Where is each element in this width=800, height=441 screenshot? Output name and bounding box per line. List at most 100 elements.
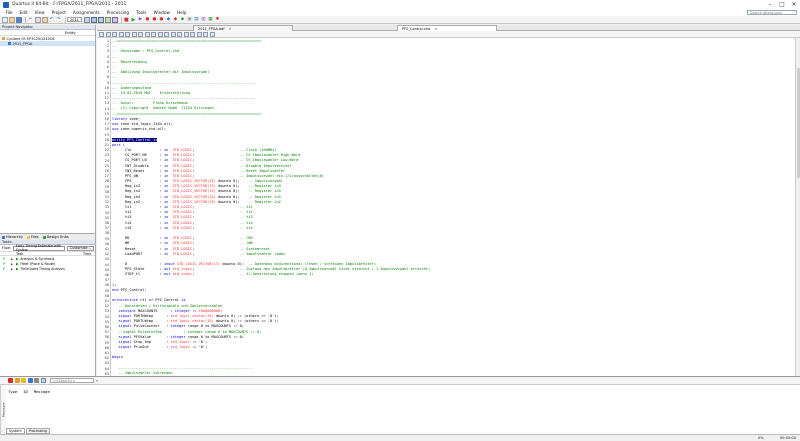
tab-files[interactable]: Files xyxy=(25,235,41,239)
customize-button[interactable]: Customize... xyxy=(66,245,94,251)
code-token: signal xyxy=(112,339,132,344)
outdent-icon[interactable] xyxy=(125,31,130,37)
code-token: PFS_Control xyxy=(153,298,182,303)
indent-icon[interactable] xyxy=(118,31,124,37)
next-bookmark-icon[interactable] xyxy=(151,31,156,37)
cut-icon[interactable]: ✂ xyxy=(28,17,34,23)
close-tab-icon[interactable]: ✕ xyxy=(229,27,232,31)
print-icon[interactable] xyxy=(99,31,104,37)
project-settings-icon[interactable] xyxy=(83,16,90,23)
save-icon[interactable] xyxy=(16,16,22,23)
chip-icon[interactable]: ▣ xyxy=(186,17,192,23)
menu-window[interactable]: Window xyxy=(150,10,174,15)
chip-planner-icon[interactable] xyxy=(90,16,97,23)
block-comment-icon[interactable] xyxy=(170,31,176,37)
menu-processing[interactable]: Processing xyxy=(103,10,132,15)
close-button[interactable]: ✕ xyxy=(788,1,800,9)
suppressed-filter-icon[interactable] xyxy=(34,378,39,383)
signaltap-icon[interactable]: ◆ xyxy=(172,17,178,23)
uncomment-icon[interactable] xyxy=(138,31,143,37)
menu-help[interactable]: Help xyxy=(173,10,190,15)
programmer-icon[interactable]: ◆ xyxy=(179,17,185,23)
assignment-editor-icon[interactable] xyxy=(104,16,111,23)
flag-icon[interactable] xyxy=(40,378,46,383)
run-task-icon[interactable]: ▶ xyxy=(16,262,19,266)
redo-icon[interactable]: ↷ xyxy=(56,17,62,23)
comment-icon[interactable] xyxy=(131,31,137,37)
expand-arrow-icon[interactable]: ▶ xyxy=(8,262,16,266)
expand-all-icon[interactable] xyxy=(196,31,202,37)
find-icon[interactable]: ⌕ xyxy=(96,378,101,383)
expand-arrow-icon[interactable]: ▶ xyxy=(8,267,16,271)
code-token: PulseCounter : xyxy=(131,324,171,329)
error-filter-icon[interactable] xyxy=(8,378,13,383)
insert-template-icon[interactable] xyxy=(164,31,169,37)
project-combo[interactable]: 2011 xyxy=(67,16,82,23)
settings-icon[interactable] xyxy=(111,16,118,23)
fitter-icon[interactable]: ● xyxy=(144,17,150,23)
assembler-icon[interactable]: ● xyxy=(151,17,157,23)
tab-design-units[interactable]: Design Units xyxy=(41,235,71,239)
code-area[interactable]: --======================================… xyxy=(112,39,795,376)
timing-analyzer-icon[interactable]: ● xyxy=(158,17,164,23)
new-file-icon[interactable] xyxy=(2,16,8,23)
zoom-icon[interactable] xyxy=(209,31,215,37)
tab-hierarchy[interactable]: Hierarchy xyxy=(0,235,25,239)
altera-search-input[interactable]: Search altera.com xyxy=(747,10,797,15)
menu-tools[interactable]: Tools xyxy=(133,10,150,15)
sopc-icon[interactable]: ▦ xyxy=(207,17,213,23)
open-folder-icon[interactable] xyxy=(9,16,15,23)
menu-project[interactable]: Project xyxy=(48,10,69,15)
task-row[interactable]: ✔ ▶ ▶ TimeQuest Timing Analysis xyxy=(0,266,95,271)
maximize-button[interactable]: □ xyxy=(776,1,788,9)
close-tab-icon[interactable]: ✕ xyxy=(434,27,437,31)
line-number-gutter: 1 2 3 4 5 6 7 8 9 10 11 12 13 14 15 16 17 18 19 20 21 22 23 24 2… xyxy=(97,38,111,376)
messages-search-input[interactable]: <<Search>> xyxy=(50,378,94,383)
tab-files-label: Files xyxy=(30,235,39,239)
info-filter-icon[interactable] xyxy=(27,378,33,383)
navigator-entity-header[interactable]: Entity xyxy=(65,31,95,35)
bookmark-icon[interactable] xyxy=(144,31,150,37)
code-token: RD : xyxy=(112,236,164,241)
task-label: TimeQuest Timing Analysis xyxy=(20,266,65,271)
toolbar-separator xyxy=(25,16,26,23)
menu-edit[interactable]: Edit xyxy=(16,10,31,15)
netlist-icon[interactable]: ▤ xyxy=(193,17,199,23)
previous-bookmark-icon[interactable] xyxy=(157,31,163,37)
menu-assignments[interactable]: Assignments xyxy=(69,10,103,15)
warning-filter-icon[interactable] xyxy=(21,378,26,383)
menu-view[interactable]: View xyxy=(31,10,48,15)
scrollbar-thumb[interactable] xyxy=(796,68,800,178)
menu-file[interactable]: File xyxy=(2,10,16,15)
run-task-icon[interactable]: ▶ xyxy=(16,257,19,261)
code-editor[interactable]: 1 2 3 4 5 6 7 8 9 10 11 12 13 14 15 16 17 18 19 20 21 22 23 24 2… xyxy=(97,38,795,376)
critical-warning-filter-icon[interactable] xyxy=(14,378,20,383)
code-token: ----------------------------------------… xyxy=(112,96,257,101)
flow-select[interactable]: Early Timing Estimate with Synthe xyxy=(12,244,65,252)
start-compilation-icon[interactable]: ▶ xyxy=(130,17,136,23)
paste-icon[interactable] xyxy=(41,16,48,23)
pin-planner-icon[interactable] xyxy=(97,16,104,23)
code-token: std_logic_vector(15) xyxy=(170,313,214,318)
megawizard-icon[interactable]: ✱ xyxy=(214,17,220,23)
power-icon[interactable]: ▥ xyxy=(200,17,206,23)
find-next-icon[interactable] xyxy=(112,31,117,37)
undo-icon[interactable]: ↶ xyxy=(49,17,55,23)
find-icon[interactable] xyxy=(105,31,111,37)
stop-icon[interactable]: ■ xyxy=(123,17,129,23)
minimize-button[interactable]: – xyxy=(764,1,776,9)
code-token: STD_LOGIC_VECTOR(15) xyxy=(176,262,221,267)
code-token: PFS_Control; xyxy=(118,288,147,292)
rtl-viewer-icon[interactable]: ◆ xyxy=(165,17,171,23)
line-numbers-icon[interactable] xyxy=(177,31,182,37)
copy-icon[interactable] xyxy=(34,16,41,23)
collapse-all-icon[interactable] xyxy=(203,31,208,37)
editor-vertical-scrollbar[interactable] xyxy=(795,38,800,376)
expand-arrow-icon[interactable]: ▶ xyxy=(8,257,16,261)
symbol-icon[interactable] xyxy=(190,31,195,37)
run-task-icon[interactable]: ▶ xyxy=(16,267,19,271)
analysis-synthesis-icon[interactable]: ▶ xyxy=(137,17,143,23)
word-wrap-icon[interactable] xyxy=(183,31,189,37)
code-token: ieee; xyxy=(127,116,141,121)
top-entity-item[interactable]: 2011_FPGA xyxy=(0,41,95,46)
